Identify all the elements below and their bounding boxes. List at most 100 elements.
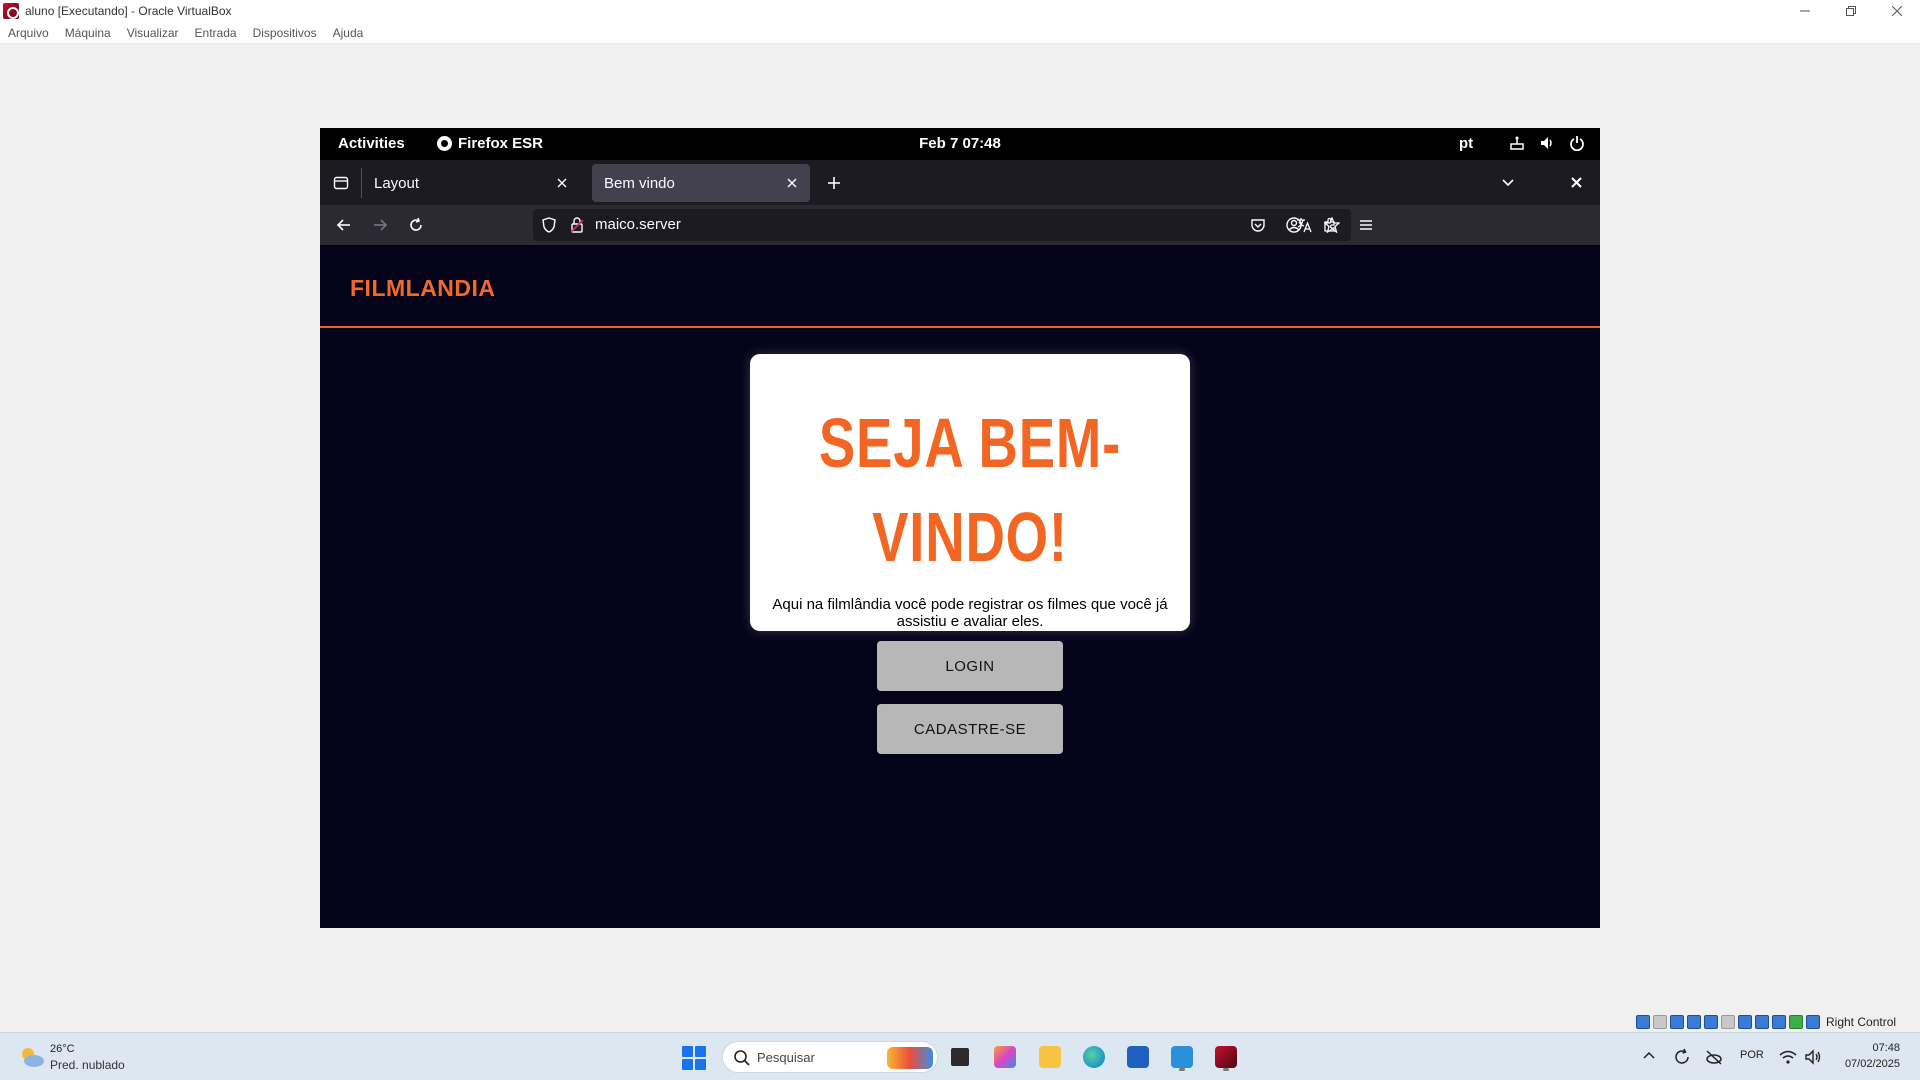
forward-button[interactable] bbox=[366, 211, 394, 239]
close-icon bbox=[557, 178, 567, 188]
tab-bem-vindo[interactable]: Bem vindo bbox=[592, 164, 810, 202]
new-tab-button[interactable] bbox=[820, 169, 848, 197]
speaker-icon[interactable] bbox=[1803, 1047, 1823, 1067]
login-button[interactable]: LOGIN bbox=[877, 641, 1063, 691]
menu-maquina[interactable]: Máquina bbox=[65, 26, 111, 40]
welcome-title: SEJA BEM- VINDO! bbox=[798, 396, 1141, 584]
volume-icon bbox=[1538, 134, 1556, 152]
account-button[interactable] bbox=[1280, 211, 1308, 239]
system-tray[interactable] bbox=[1508, 134, 1586, 152]
host-window-controls bbox=[1782, 0, 1920, 22]
weather-description: Pred. nublado bbox=[50, 1058, 125, 1072]
virtualization-icon[interactable] bbox=[1772, 1015, 1786, 1029]
copilot-icon bbox=[994, 1046, 1016, 1068]
display-icon[interactable] bbox=[1738, 1015, 1752, 1029]
close-button[interactable] bbox=[1874, 0, 1920, 22]
insecure-lock-icon bbox=[570, 217, 584, 233]
file-explorer-button[interactable] bbox=[1034, 1041, 1066, 1073]
gnome-topbar: Activities Firefox ESR Feb 7 07:48 pt bbox=[320, 128, 1600, 160]
menu-dispositivos[interactable]: Dispositivos bbox=[253, 26, 317, 40]
tab-close-button[interactable] bbox=[550, 171, 574, 195]
host-key-label: Right Control bbox=[1826, 1015, 1897, 1029]
vs-code-icon bbox=[1171, 1046, 1193, 1068]
mouse-integration-icon[interactable] bbox=[1789, 1015, 1803, 1029]
task-view-icon bbox=[951, 1048, 969, 1066]
back-button[interactable] bbox=[330, 211, 358, 239]
optical-drive-icon[interactable] bbox=[1653, 1015, 1667, 1029]
welcome-title-line2: VINDO! bbox=[872, 498, 1068, 576]
keyboard-language[interactable]: pt bbox=[1459, 135, 1473, 152]
browser-navbar: maico.server bbox=[320, 205, 1600, 245]
browser-close-button[interactable] bbox=[1564, 170, 1588, 194]
shared-folders-icon[interactable] bbox=[1721, 1015, 1735, 1029]
hamburger-menu-icon bbox=[1360, 220, 1372, 230]
virtualbox-icon bbox=[3, 3, 19, 19]
taskbar-search[interactable]: Pesquisar bbox=[722, 1041, 938, 1073]
reload-button[interactable] bbox=[402, 211, 430, 239]
menu-entrada[interactable]: Entrada bbox=[195, 26, 237, 40]
usb-icon[interactable] bbox=[1704, 1015, 1718, 1029]
browser-tabbar: Layout Bem vindo bbox=[320, 160, 1600, 205]
guest-screen[interactable]: Activities Firefox ESR Feb 7 07:48 pt La… bbox=[320, 128, 1600, 928]
folder-icon bbox=[1039, 1046, 1061, 1068]
sync-icon[interactable] bbox=[1672, 1047, 1692, 1067]
tab-close-button[interactable] bbox=[780, 171, 804, 195]
audio-icon[interactable] bbox=[1670, 1015, 1684, 1029]
pocket-button[interactable] bbox=[1244, 211, 1272, 239]
reload-icon bbox=[410, 217, 422, 231]
app-menu-button[interactable] bbox=[1352, 211, 1380, 239]
chevron-down-icon bbox=[1502, 179, 1514, 187]
windows-logo-icon bbox=[682, 1046, 693, 1057]
pocket-icon bbox=[1251, 219, 1265, 232]
close-icon bbox=[1892, 6, 1902, 16]
site-logo[interactable]: FILMLANDIA bbox=[350, 275, 496, 302]
copilot-button[interactable] bbox=[989, 1041, 1021, 1073]
firefox-view-button[interactable] bbox=[326, 168, 356, 198]
host-window-title: aluno [Executando] - Oracle VirtualBox bbox=[25, 4, 232, 18]
windows-taskbar: 26°C Pred. nublado Pesquisar POR 07:48 0… bbox=[0, 1032, 1920, 1080]
menu-ajuda[interactable]: Ajuda bbox=[333, 26, 364, 40]
vscode-button[interactable] bbox=[1166, 1041, 1198, 1073]
store-icon bbox=[1127, 1046, 1149, 1068]
wifi-icon[interactable] bbox=[1778, 1047, 1798, 1067]
taskbar-time[interactable]: 07:48 bbox=[1830, 1042, 1900, 1054]
chevron-up-icon[interactable] bbox=[1640, 1047, 1658, 1065]
arrow-left-icon bbox=[336, 219, 350, 231]
list-all-tabs-button[interactable] bbox=[1496, 170, 1520, 194]
search-highlight-image bbox=[887, 1047, 933, 1069]
virtualbox-button[interactable] bbox=[1210, 1041, 1242, 1073]
taskbar-date[interactable]: 07/02/2025 bbox=[1830, 1058, 1900, 1070]
hard-disk-icon[interactable] bbox=[1636, 1015, 1650, 1029]
url-text: maico.server bbox=[595, 216, 681, 233]
url-bar[interactable]: maico.server bbox=[533, 209, 1351, 241]
edge-button[interactable] bbox=[1078, 1041, 1110, 1073]
minimize-button[interactable] bbox=[1782, 0, 1828, 22]
clock[interactable]: Feb 7 07:48 bbox=[320, 135, 1600, 152]
virtualbox-icon bbox=[1215, 1046, 1237, 1068]
keyboard-capture-icon[interactable] bbox=[1806, 1015, 1820, 1029]
signup-button[interactable]: CADASTRE-SE bbox=[877, 704, 1063, 754]
welcome-card: SEJA BEM- VINDO! Aqui na filmlândia você… bbox=[750, 354, 1190, 631]
tab-layout[interactable]: Layout bbox=[362, 164, 580, 202]
search-placeholder: Pesquisar bbox=[757, 1050, 815, 1065]
account-icon bbox=[1286, 217, 1302, 233]
recording-icon[interactable] bbox=[1755, 1015, 1769, 1029]
plus-icon bbox=[828, 177, 840, 189]
menu-visualizar[interactable]: Visualizar bbox=[127, 26, 179, 40]
site-security-button[interactable] bbox=[567, 215, 587, 235]
tab-label: Layout bbox=[374, 174, 420, 192]
partly-cloudy-icon bbox=[22, 1048, 44, 1067]
welcome-description: Aqui na filmlândia você pode registrar o… bbox=[772, 596, 1168, 630]
menu-arquivo[interactable]: Arquivo bbox=[8, 26, 49, 40]
restore-button[interactable] bbox=[1828, 0, 1874, 22]
running-indicator bbox=[1223, 1068, 1229, 1071]
start-button[interactable] bbox=[682, 1046, 706, 1070]
store-button[interactable] bbox=[1122, 1041, 1154, 1073]
onedrive-offline-icon[interactable] bbox=[1704, 1047, 1724, 1067]
input-language[interactable]: POR bbox=[1740, 1049, 1764, 1061]
shield-icon bbox=[542, 217, 556, 233]
task-view-button[interactable] bbox=[944, 1041, 976, 1073]
tracking-protection-button[interactable] bbox=[539, 215, 559, 235]
extensions-button[interactable] bbox=[1316, 211, 1344, 239]
network-adapter-icon[interactable] bbox=[1687, 1015, 1701, 1029]
